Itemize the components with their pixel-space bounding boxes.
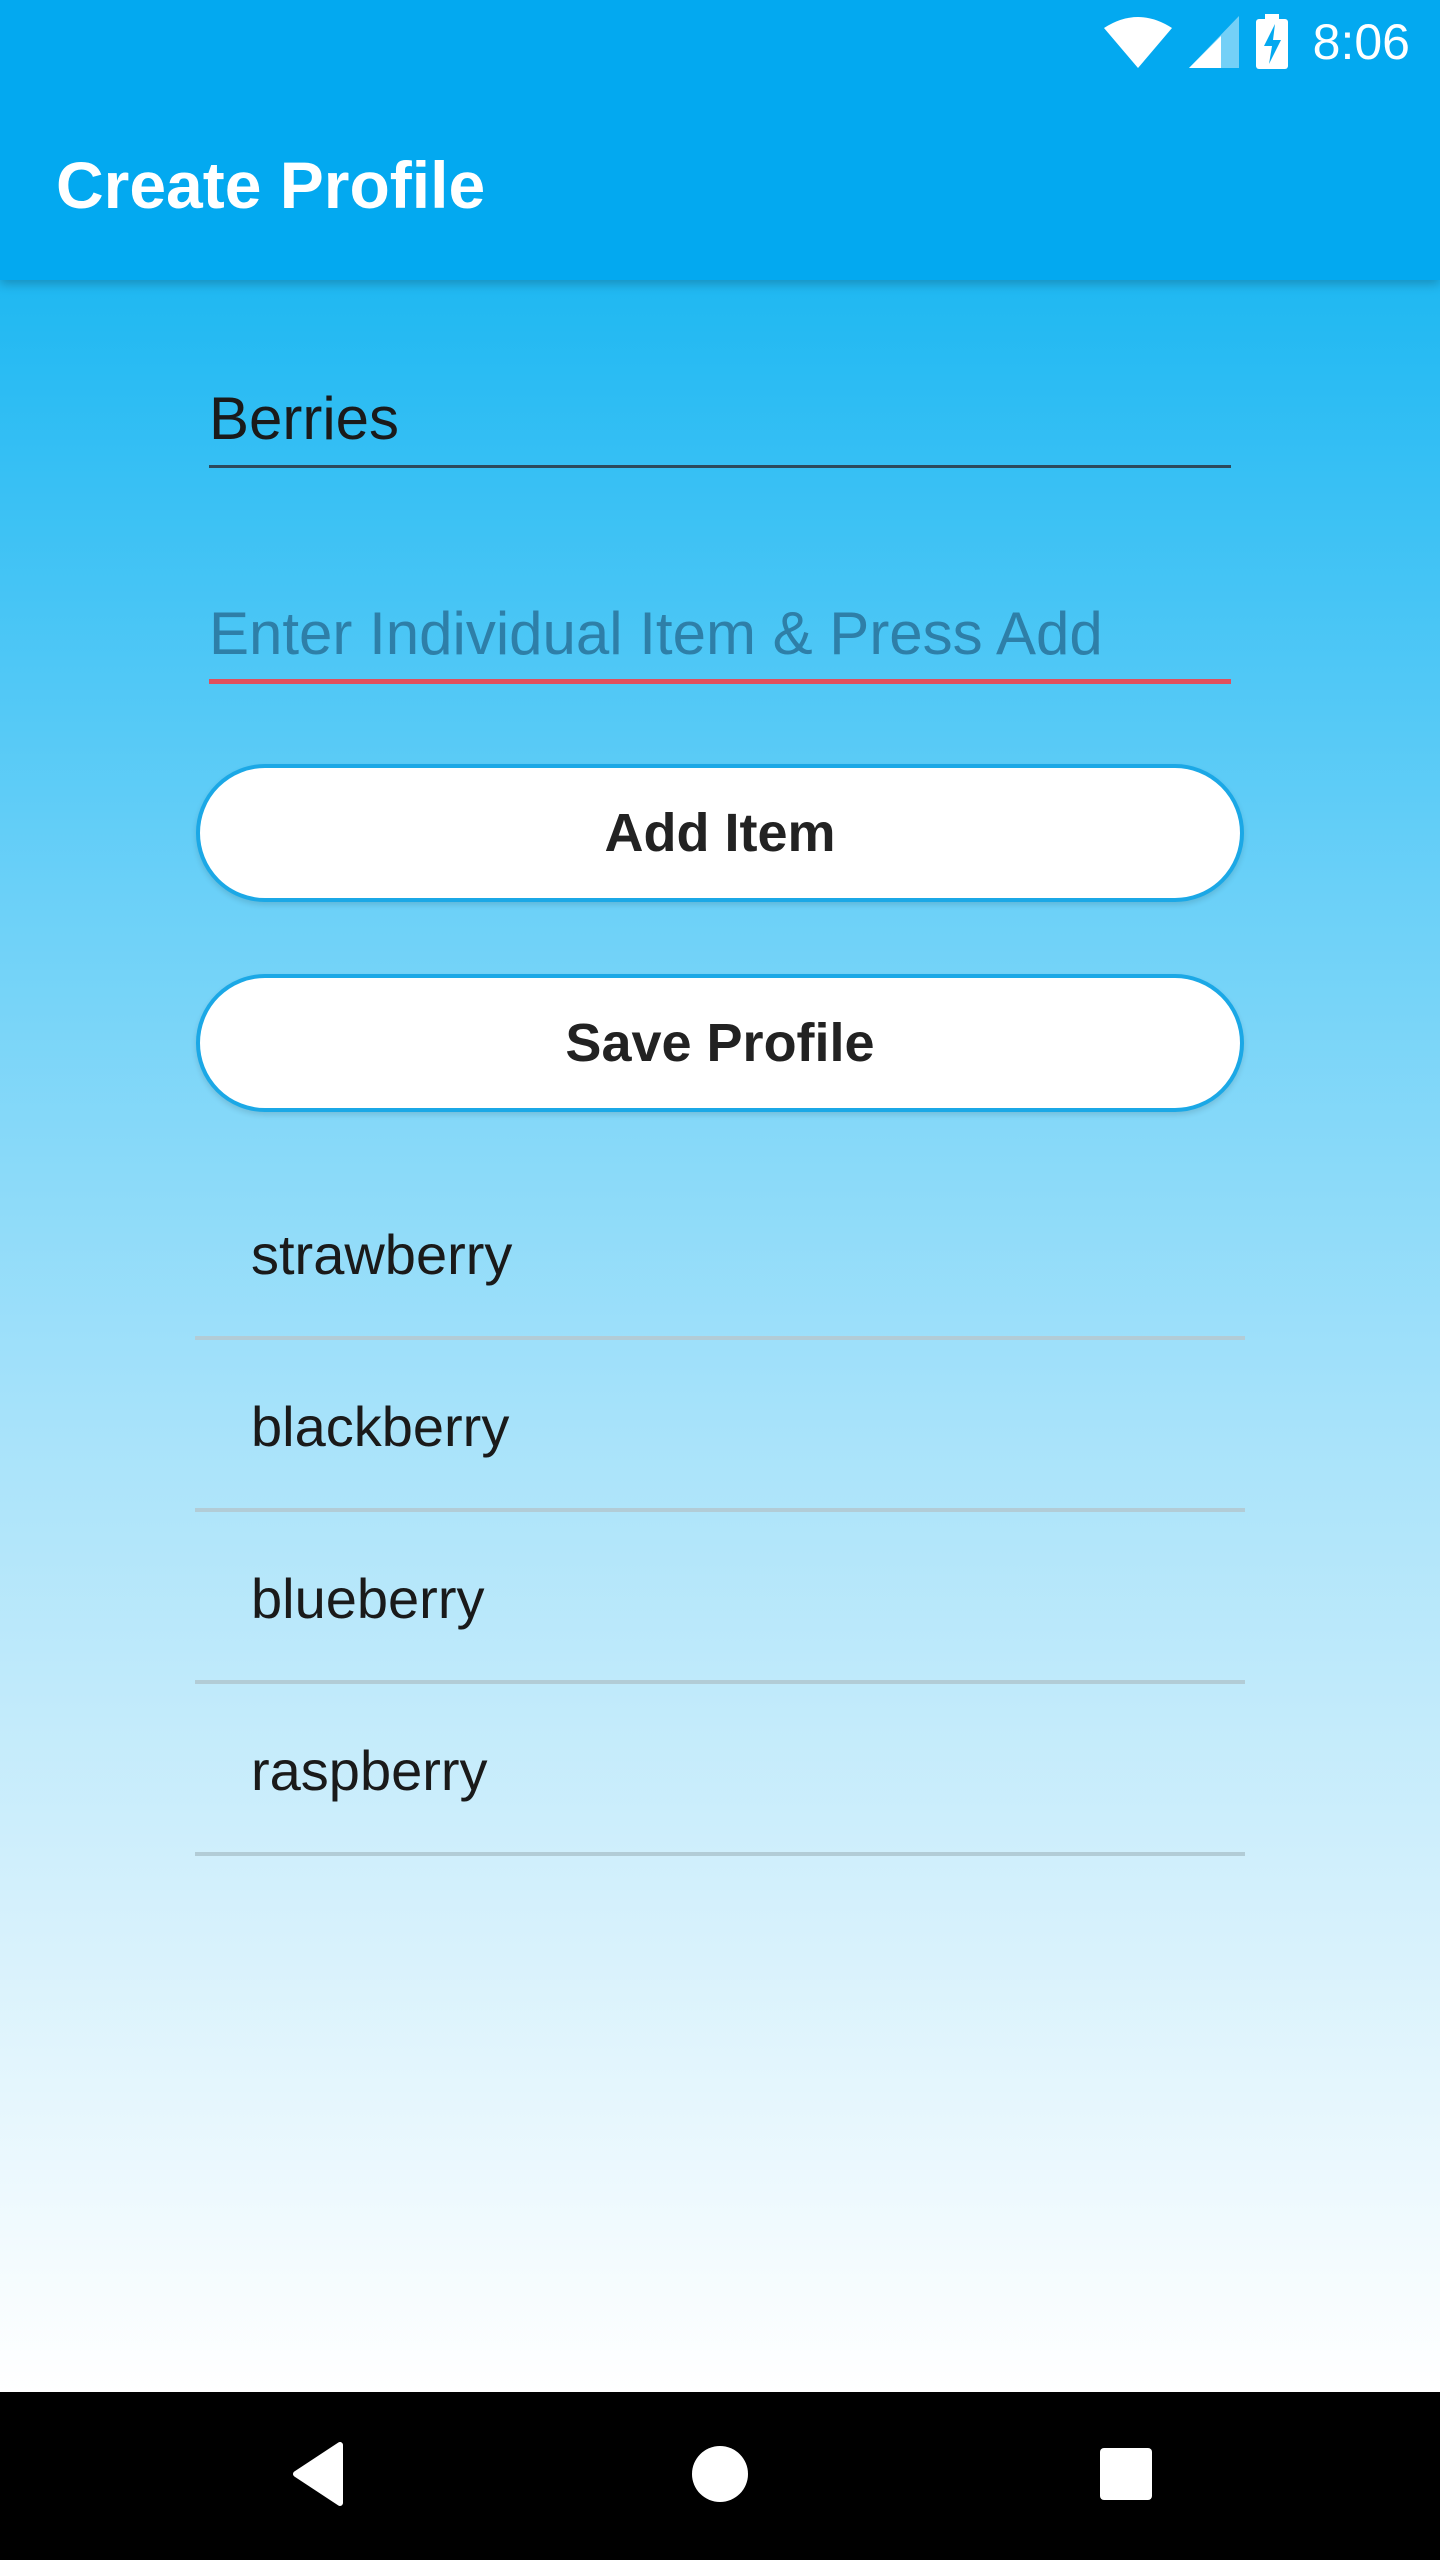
status-bar: 8:06 [0,0,1440,84]
list-item[interactable]: blueberry [195,1512,1245,1684]
home-icon [690,2444,750,2509]
create-profile-screen: 8:06 Create Profile Berries Add Item Sav… [0,0,1440,2560]
wifi-icon [1103,14,1173,70]
battery-charging-icon [1255,14,1289,70]
profile-name-value: Berries [209,385,400,452]
back-button[interactable] [270,2428,366,2524]
main-content: Berries Add Item Save Profile strawberry… [0,280,1440,2392]
page-title: Create Profile [56,148,486,222]
list-item[interactable]: blackberry [195,1340,1245,1512]
navigation-bar [0,2392,1440,2560]
home-button[interactable] [672,2428,768,2524]
status-icons: 8:06 [1103,12,1410,72]
status-time: 8:06 [1312,14,1410,70]
top-bar: 8:06 Create Profile [0,0,1440,280]
item-input[interactable] [209,595,1231,671]
cellular-signal-icon [1187,14,1241,70]
recents-button[interactable] [1078,2428,1174,2524]
add-item-button[interactable]: Add Item [196,764,1244,902]
save-profile-button[interactable]: Save Profile [196,974,1244,1112]
list-item[interactable]: strawberry [195,1168,1245,1340]
back-icon [288,2441,348,2512]
item-list: strawberry blackberry blueberry raspberr… [195,1168,1245,1856]
list-item[interactable]: raspberry [195,1684,1245,1856]
item-input-field[interactable] [209,590,1231,684]
recents-icon [1098,2446,1154,2507]
profile-name-field[interactable]: Berries [209,380,1231,468]
